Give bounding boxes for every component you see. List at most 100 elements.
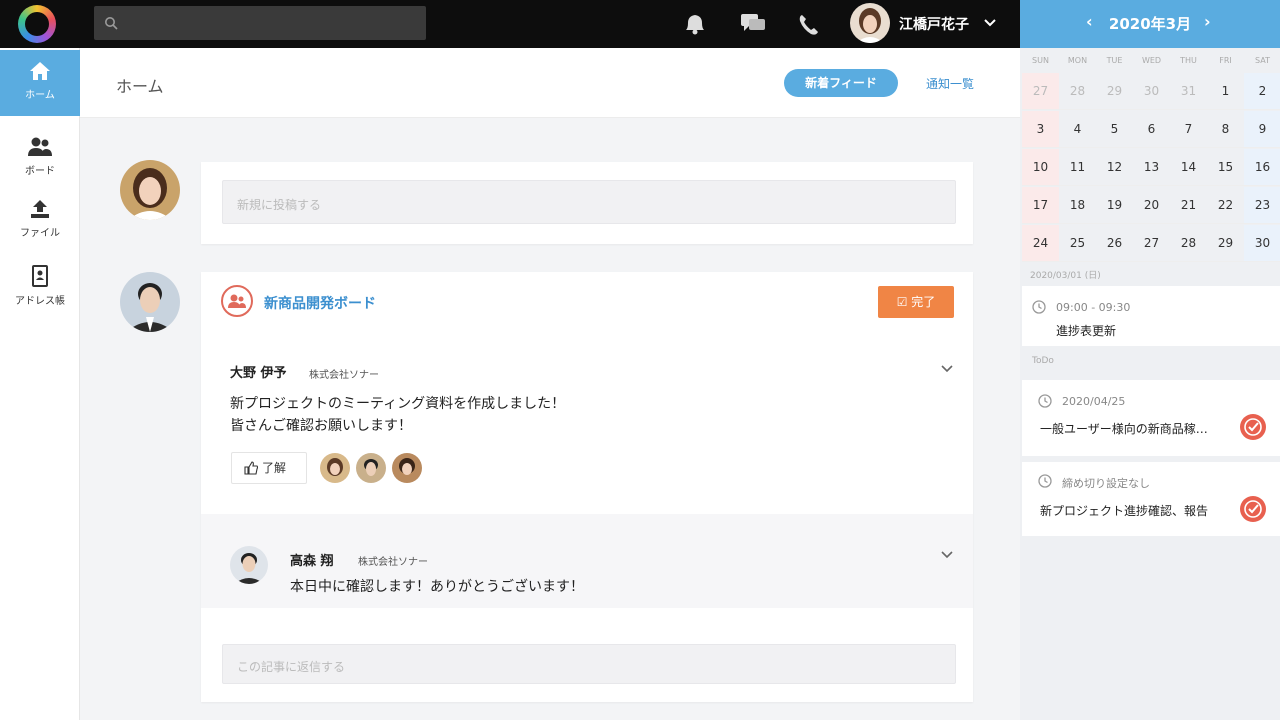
nav-item-board[interactable]: ボード	[0, 126, 80, 192]
calendar-day[interactable]: 29	[1096, 73, 1133, 110]
calendar-day[interactable]: 6	[1133, 111, 1170, 148]
chevron-down-icon[interactable]	[983, 16, 997, 30]
calendar-weekday: THU	[1180, 56, 1197, 65]
calendar-day[interactable]: 21	[1170, 187, 1207, 224]
page-header: ホーム 新着フィード 通知一覧	[80, 48, 1020, 118]
todo-item[interactable]: 締め切り設定なし 新プロジェクト進捗確認、報告	[1022, 462, 1280, 536]
calendar-day[interactable]: 30	[1133, 73, 1170, 110]
addressbook-icon	[32, 265, 48, 287]
todo-done-check-icon[interactable]	[1240, 496, 1266, 522]
todo-title: 一般ユーザー様向の新商品稼…	[1040, 422, 1208, 436]
calendar-day[interactable]: 25	[1059, 225, 1096, 262]
user-name[interactable]: 江橋戸花子	[899, 14, 969, 34]
calendar-day[interactable]: 9	[1244, 111, 1280, 148]
liker-avatar[interactable]	[392, 453, 422, 483]
calendar-day[interactable]: 29	[1207, 225, 1244, 262]
nav-item-addressbook[interactable]: アドレス帳	[0, 254, 80, 320]
calendar-day[interactable]: 27	[1022, 73, 1059, 110]
comment-input[interactable]: この記事に返信する	[222, 644, 956, 684]
done-button-label: 完了	[911, 295, 936, 309]
user-avatar[interactable]	[850, 3, 890, 43]
calendar-weekday: SAT	[1255, 56, 1270, 65]
nav-item-label: ファイル	[20, 228, 60, 239]
calendar-weekday: TUE	[1106, 56, 1123, 65]
nav-item-label: アドレス帳	[15, 296, 65, 307]
calendar-header: ‹ 2020年3月 ›	[1020, 0, 1280, 48]
calendar-day[interactable]: 14	[1170, 149, 1207, 186]
reply-company: 株式会社ソナー	[358, 557, 428, 568]
app-logo[interactable]	[18, 5, 56, 43]
calendar-day[interactable]: 5	[1096, 111, 1133, 148]
calendar-day[interactable]: 8	[1207, 111, 1244, 148]
page-title: ホーム	[116, 77, 164, 96]
search-icon	[105, 17, 118, 30]
post-message-line: 皆さんご確認お願いします！	[230, 418, 412, 434]
calendar-day[interactable]: 15	[1207, 149, 1244, 186]
clock-icon	[1032, 300, 1046, 314]
calendar-day[interactable]: 7	[1170, 111, 1207, 148]
new-feed-button[interactable]: 新着フィード	[784, 69, 898, 97]
new-post-input[interactable]: 新規に投稿する	[222, 180, 956, 224]
calendar-day[interactable]: 23	[1244, 187, 1280, 224]
avatar	[120, 272, 180, 332]
chevron-down-icon[interactable]	[940, 362, 954, 376]
nav-item-label: ボード	[25, 166, 55, 177]
selected-date-label: 2020/03/01 (日)	[1030, 271, 1101, 281]
calendar-day[interactable]: 1	[1207, 73, 1244, 110]
post-author: 大野 伊予	[230, 366, 287, 381]
notification-list-link[interactable]: 通知一覧	[926, 75, 974, 92]
phone-icon[interactable]	[794, 10, 824, 38]
reply-author: 高森 翔	[290, 554, 334, 569]
users-icon	[28, 137, 52, 156]
schedule-title: 進捗表更新	[1056, 324, 1117, 338]
top-bar: 江橋戸花子	[0, 0, 1020, 48]
calendar-day[interactable]: 18	[1059, 187, 1096, 224]
todo-done-check-icon[interactable]	[1240, 414, 1266, 440]
calendar-day[interactable]: 11	[1059, 149, 1096, 186]
notification-bell-icon[interactable]	[680, 10, 710, 38]
chevron-down-icon[interactable]	[940, 548, 954, 562]
calendar-day[interactable]: 4	[1059, 111, 1096, 148]
todo-title: 新プロジェクト進捗確認、報告	[1040, 504, 1209, 518]
calendar-day[interactable]: 10	[1022, 149, 1059, 186]
calendar-day[interactable]: 28	[1170, 225, 1207, 262]
calendar-day[interactable]: 12	[1096, 149, 1133, 186]
calendar-day[interactable]: 26	[1096, 225, 1133, 262]
calendar-day[interactable]: 16	[1244, 149, 1280, 186]
calendar-day[interactable]: 20	[1133, 187, 1170, 224]
nav-item-home[interactable]: ホーム	[0, 50, 80, 116]
post-message-line: 新プロジェクトのミーティング資料を作成しました！	[230, 396, 566, 412]
calendar-day[interactable]: 19	[1096, 187, 1133, 224]
like-button-label: 了解	[262, 461, 287, 475]
board-name-link[interactable]: 新商品開発ボード	[264, 293, 376, 313]
calendar-day[interactable]: 3	[1022, 111, 1059, 148]
nav-item-label: ホーム	[25, 90, 55, 101]
calendar-weekday: WED	[1141, 56, 1162, 65]
todo-section-label: ToDo	[1032, 356, 1054, 366]
chat-icon[interactable]	[738, 10, 768, 38]
calendar-day[interactable]: 31	[1170, 73, 1207, 110]
calendar-day[interactable]: 22	[1207, 187, 1244, 224]
avatar	[230, 546, 268, 584]
done-button[interactable]: ☑ 完了	[878, 286, 954, 318]
clock-icon	[1038, 394, 1052, 408]
post-card	[201, 272, 973, 702]
calendar-day[interactable]: 30	[1244, 225, 1280, 262]
liker-avatar[interactable]	[356, 453, 386, 483]
next-month-button[interactable]: ›	[1204, 12, 1211, 31]
calendar-weekday: FRI	[1219, 56, 1232, 65]
search-input[interactable]	[94, 6, 426, 40]
calendar-day[interactable]: 13	[1133, 149, 1170, 186]
calendar-day[interactable]: 17	[1022, 187, 1059, 224]
liker-avatar[interactable]	[320, 453, 350, 483]
todo-item[interactable]: 2020/04/25 一般ユーザー様向の新商品稼…	[1022, 380, 1280, 456]
thumbs-up-icon	[244, 461, 258, 475]
calendar-day[interactable]: 28	[1059, 73, 1096, 110]
post-company: 株式会社ソナー	[309, 370, 379, 381]
like-button[interactable]: 了解	[231, 452, 307, 484]
calendar-day[interactable]: 27	[1133, 225, 1170, 262]
schedule-item[interactable]: 09:00 - 09:30 進捗表更新	[1022, 286, 1280, 346]
nav-item-files[interactable]: ファイル	[0, 188, 80, 254]
calendar-day[interactable]: 2	[1244, 73, 1280, 110]
calendar-day[interactable]: 24	[1022, 225, 1059, 262]
